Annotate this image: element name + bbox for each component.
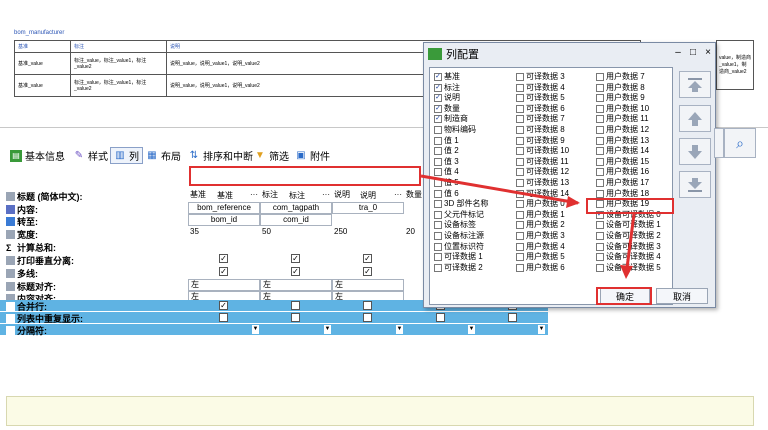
annotation-arrows [420,174,636,279]
